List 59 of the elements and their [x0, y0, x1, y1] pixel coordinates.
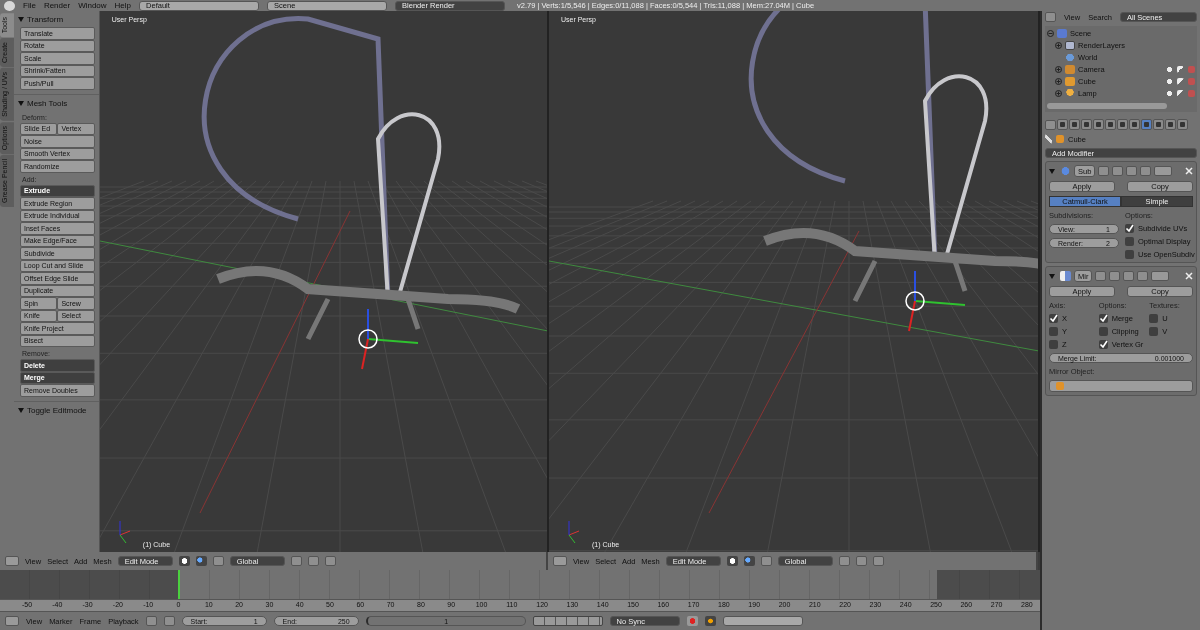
pin-icon[interactable] — [1045, 134, 1052, 144]
disclosure-triangle-icon[interactable] — [17, 407, 24, 413]
checkbox[interactable] — [1098, 314, 1108, 323]
close-icon[interactable] — [1185, 272, 1193, 280]
disclosure-triangle-icon[interactable] — [17, 17, 24, 22]
property-tab-icon[interactable] — [1165, 119, 1176, 130]
info-icon[interactable] — [4, 0, 15, 11]
panel-title[interactable]: Toggle Editmode — [26, 405, 87, 415]
disclosure-triangle-icon[interactable] — [17, 100, 24, 106]
collapse-icon[interactable] — [1047, 30, 1054, 37]
property-tab-icon[interactable] — [1153, 119, 1164, 130]
expand-icon[interactable] — [1055, 90, 1062, 97]
bulb-icon — [1065, 89, 1075, 98]
property-tab-icon[interactable] — [1117, 119, 1128, 130]
timeline-track[interactable] — [0, 570, 1040, 599]
menu-item[interactable]: Render — [43, 1, 71, 10]
panel-title[interactable]: Transform — [26, 15, 64, 24]
checkbox[interactable] — [1149, 327, 1159, 336]
disclosure-triangle-icon[interactable] — [1049, 273, 1055, 279]
checkbox[interactable] — [1125, 224, 1134, 233]
checkbox[interactable] — [1149, 314, 1159, 323]
property-tab-icon[interactable] — [1105, 119, 1116, 130]
menu-item[interactable]: Help — [114, 1, 132, 10]
property-tab-icon[interactable] — [1081, 119, 1092, 130]
panel-title[interactable]: Mesh Tools — [26, 98, 68, 108]
mirror-icon — [1060, 271, 1071, 281]
property-tab-icon[interactable] — [1141, 119, 1152, 130]
transform-manipulator-icon[interactable] — [905, 270, 966, 332]
disclosure-triangle-icon[interactable] — [1049, 168, 1055, 174]
expand-icon[interactable] — [1055, 42, 1062, 49]
property-tab-icon[interactable] — [1177, 119, 1188, 130]
checkbox[interactable] — [1049, 314, 1058, 323]
close-icon[interactable] — [1185, 167, 1193, 175]
expand-icon[interactable] — [1055, 78, 1062, 85]
checkbox[interactable] — [1125, 237, 1134, 246]
axis-gizmo-icon — [568, 520, 580, 544]
globe-icon — [1065, 53, 1075, 62]
playback-controls-icon[interactable] — [532, 616, 603, 626]
cube-icon — [1056, 135, 1064, 143]
keying-set-field[interactable] — [722, 616, 803, 626]
scrollbar[interactable] — [1047, 103, 1167, 109]
menu-item[interactable]: Window — [78, 1, 107, 10]
checkbox[interactable] — [1125, 250, 1134, 259]
checkbox[interactable] — [1049, 340, 1058, 349]
expand-icon[interactable] — [1055, 66, 1062, 73]
menu-item[interactable]: File — [23, 1, 36, 10]
transform-manipulator-icon[interactable] — [358, 308, 419, 370]
property-tab-icon[interactable] — [1129, 119, 1140, 130]
checkbox[interactable] — [1098, 327, 1108, 336]
keyframe-icon[interactable] — [704, 616, 716, 626]
checkbox[interactable] — [1098, 340, 1108, 349]
property-tab-icon[interactable] — [1069, 119, 1080, 130]
record-icon[interactable] — [686, 616, 698, 626]
property-tab-icon[interactable] — [1057, 119, 1068, 130]
axis-gizmo-icon — [119, 520, 131, 544]
mirror-object-field[interactable] — [1049, 380, 1193, 392]
cube-icon — [1065, 77, 1075, 86]
property-tab-icon[interactable] — [1093, 119, 1104, 130]
checkbox[interactable] — [1049, 327, 1058, 336]
